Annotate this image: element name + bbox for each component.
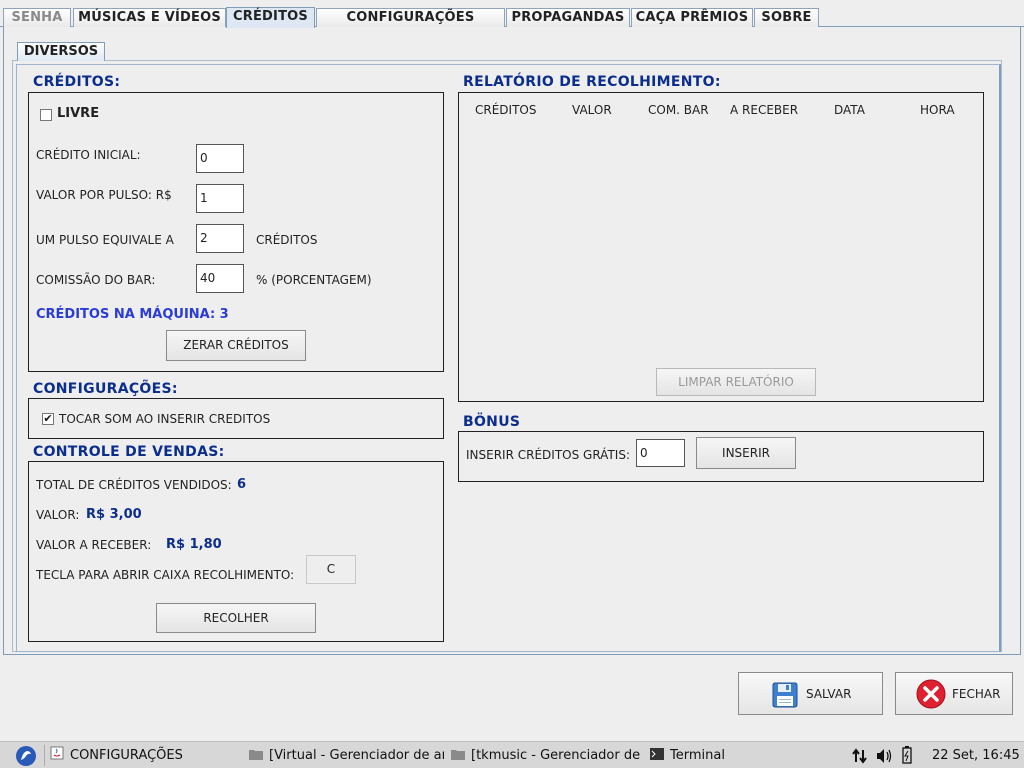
- tab-sobre[interactable]: SOBRE: [754, 8, 819, 27]
- credito-inicial-label: CRÉDITO INICIAL:: [36, 148, 141, 162]
- tab-configuracoes-gerais[interactable]: CONFIGURAÇÕES GERAIS: [316, 8, 505, 42]
- tab-propagandas[interactable]: PROPAGANDAS: [506, 8, 630, 27]
- relatorio-section-title: RELATÓRIO DE RECOLHIMENTO:: [463, 74, 721, 90]
- clock[interactable]: 22 Set, 16:45: [932, 742, 1022, 768]
- inserir-creditos-gratis-input[interactable]: 0: [636, 439, 685, 467]
- configuracoes-section-title: CONFIGURAÇÕES:: [33, 381, 178, 397]
- column-header-data[interactable]: DATA: [834, 103, 865, 117]
- taskbar-item-virtual[interactable]: [Virtual - Gerenciador de ar...: [249, 742, 444, 768]
- bonus-section-title: BÖNUS: [463, 414, 521, 430]
- pulso-equivale-label: UM PULSO EQUIVALE A: [36, 233, 174, 247]
- network-icon[interactable]: [852, 748, 868, 764]
- tocar-som-checkbox[interactable]: ✔: [42, 413, 54, 425]
- valor-receber-label: VALOR A RECEBER:: [36, 538, 152, 552]
- comissao-unit: % (PORCENTAGEM): [256, 273, 372, 287]
- tecla-recolhimento-field[interactable]: C: [306, 555, 356, 584]
- close-icon: [916, 679, 946, 709]
- terminal-icon: [650, 743, 664, 760]
- taskbar-separator: [44, 745, 45, 766]
- recolher-button[interactable]: RECOLHER: [156, 603, 316, 633]
- subtab-diversos[interactable]: DIVERSOS: [17, 42, 105, 61]
- taskbar-item-label: [Virtual - Gerenciador de ar...: [269, 748, 444, 763]
- comissao-label: COMISSÃO DO BAR:: [36, 273, 156, 287]
- folder-icon: [249, 743, 263, 760]
- taskbar-item-label: Terminal: [670, 748, 725, 763]
- pulso-equivale-unit: CRÉDITOS: [256, 233, 318, 247]
- valor-pulso-label: VALOR POR PULSO: R$: [36, 188, 172, 202]
- taskbar: CONFIGURAÇÕES [Virtual - Gerenciador de …: [0, 741, 1024, 768]
- credito-inicial-input[interactable]: 0: [196, 144, 244, 173]
- tab-creditos[interactable]: CRÉDITOS: [226, 7, 315, 28]
- valor-pulso-input[interactable]: 1: [196, 184, 244, 213]
- inserir-button[interactable]: INSERIR: [696, 437, 796, 469]
- column-header-creditos[interactable]: CRÉDITOS: [475, 103, 536, 117]
- java-icon: [50, 743, 64, 760]
- taskbar-item-configuracoes[interactable]: CONFIGURAÇÕES: [50, 742, 240, 768]
- tab-musicas-e-videos[interactable]: MÚSICAS E VÍDEOS: [73, 8, 226, 27]
- livre-label: LIVRE: [57, 106, 100, 121]
- total-vendidos-value: 6: [237, 477, 247, 492]
- tocar-som-label: TOCAR SOM AO INSERIR CREDITOS: [59, 412, 271, 426]
- tab-caca-premios[interactable]: CAÇA PRÊMIOS: [631, 8, 753, 27]
- creditos-section-title: CRÉDITOS:: [33, 74, 121, 90]
- salvar-button[interactable]: SALVAR: [738, 672, 883, 715]
- taskbar-item-tkmusic[interactable]: [tkmusic - Gerenciador de ...: [451, 742, 641, 768]
- floppy-disk-icon: [772, 682, 798, 708]
- volume-icon[interactable]: [876, 748, 894, 764]
- taskbar-item-label: CONFIGURAÇÕES: [70, 748, 183, 763]
- creditos-na-maquina: CRÉDITOS NA MÁQUINA: 3: [36, 307, 229, 322]
- column-header-com-bar[interactable]: COM. BAR: [648, 103, 709, 117]
- tecla-recolhimento-label: TECLA PARA ABRIR CAIXA RECOLHIMENTO:: [36, 568, 295, 582]
- relatorio-box: [458, 92, 984, 402]
- inserir-creditos-gratis-label: INSERIR CRÉDITOS GRÁTIS:: [466, 448, 630, 462]
- column-header-valor[interactable]: VALOR: [572, 103, 612, 117]
- main-tab-bar: SENHA MÚSICAS E VÍDEOS CRÉDITOS CONFIGUR…: [0, 0, 1024, 42]
- battery-icon[interactable]: [902, 746, 912, 764]
- column-header-a-receber[interactable]: A RECEBER: [730, 103, 798, 117]
- fechar-button[interactable]: FECHAR: [895, 672, 1013, 715]
- salvar-label: SALVAR: [806, 687, 852, 701]
- total-vendidos-label: TOTAL DE CRÉDITOS VENDIDOS:: [36, 478, 232, 492]
- pulso-equivale-input[interactable]: 2: [196, 224, 244, 253]
- column-header-hora[interactable]: HORA: [920, 103, 955, 117]
- livre-checkbox[interactable]: [40, 109, 52, 121]
- comissao-input[interactable]: 40: [196, 264, 244, 293]
- taskbar-item-label: [tkmusic - Gerenciador de ...: [471, 748, 641, 763]
- vendas-section-title: CONTROLE DE VENDAS:: [33, 444, 225, 460]
- start-menu-icon[interactable]: [15, 745, 37, 767]
- folder-icon: [451, 743, 465, 760]
- fechar-label: FECHAR: [952, 687, 1001, 701]
- zerar-creditos-button[interactable]: ZERAR CRÉDITOS: [166, 330, 306, 361]
- valor-receber-value: R$ 1,80: [166, 537, 222, 552]
- taskbar-item-terminal[interactable]: Terminal: [650, 742, 830, 768]
- limpar-relatorio-button[interactable]: LIMPAR RELATÓRIO: [656, 368, 816, 396]
- tab-senha[interactable]: SENHA: [3, 8, 71, 27]
- valor-label: VALOR:: [36, 508, 80, 522]
- valor-value: R$ 3,00: [86, 507, 142, 522]
